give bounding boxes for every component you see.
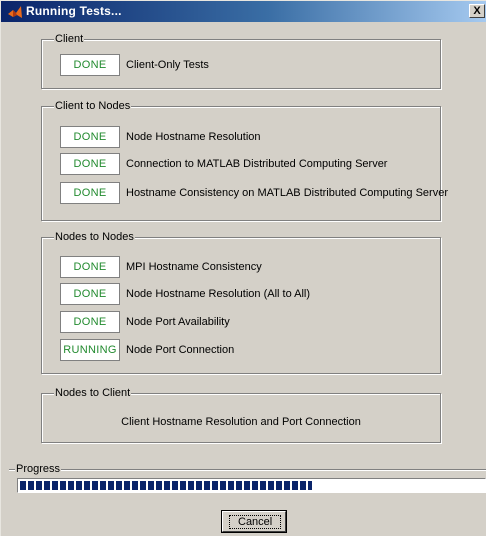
status-badge: DONE xyxy=(60,311,120,333)
status-badge: DONE xyxy=(60,283,120,305)
test-label: Client-Only Tests xyxy=(126,59,209,71)
group-title: Nodes to Client xyxy=(54,386,132,400)
cancel-button[interactable]: Cancel xyxy=(222,511,286,532)
group-client-to-nodes: Client to Nodes DONE Node Hostname Resol… xyxy=(41,99,448,221)
test-label: Connection to MATLAB Distributed Computi… xyxy=(126,158,388,170)
status-badge: DONE xyxy=(60,54,120,76)
test-label: Node Port Connection xyxy=(126,344,235,356)
group-title: Nodes to Nodes xyxy=(54,230,135,244)
group-title: Client xyxy=(54,32,85,46)
progress-label: Progress xyxy=(15,462,62,476)
progress-bar xyxy=(17,478,486,493)
test-label: Node Port Availability xyxy=(126,316,230,328)
group-client: Client DONE Client-Only Tests xyxy=(41,32,441,89)
progress-fill xyxy=(20,481,312,490)
test-label: Node Hostname Resolution xyxy=(126,131,261,143)
group-nodes-to-client: Nodes to Client Client Hostname Resoluti… xyxy=(41,386,441,443)
group-title: Client to Nodes xyxy=(54,99,132,113)
title-bar[interactable]: Running Tests... X xyxy=(1,1,486,22)
close-button[interactable]: X xyxy=(469,4,485,18)
status-badge: DONE xyxy=(60,256,120,278)
matlab-logo-icon xyxy=(8,6,22,18)
test-label: Client Hostname Resolution and Port Conn… xyxy=(121,416,361,428)
status-badge: DONE xyxy=(60,153,120,175)
status-badge: DONE xyxy=(60,182,120,204)
group-nodes-to-nodes: Nodes to Nodes DONE MPI Hostname Consist… xyxy=(41,230,441,374)
running-tests-dialog: Running Tests... X Client DONE Client-On… xyxy=(0,0,486,536)
window-title: Running Tests... xyxy=(26,4,122,18)
test-label: Hostname Consistency on MATLAB Distribut… xyxy=(126,187,448,199)
test-label: Node Hostname Resolution (All to All) xyxy=(126,288,311,300)
status-badge: RUNNING xyxy=(60,339,120,361)
test-label: MPI Hostname Consistency xyxy=(126,261,262,273)
status-badge: DONE xyxy=(60,126,120,148)
cancel-button-label: Cancel xyxy=(229,515,282,529)
